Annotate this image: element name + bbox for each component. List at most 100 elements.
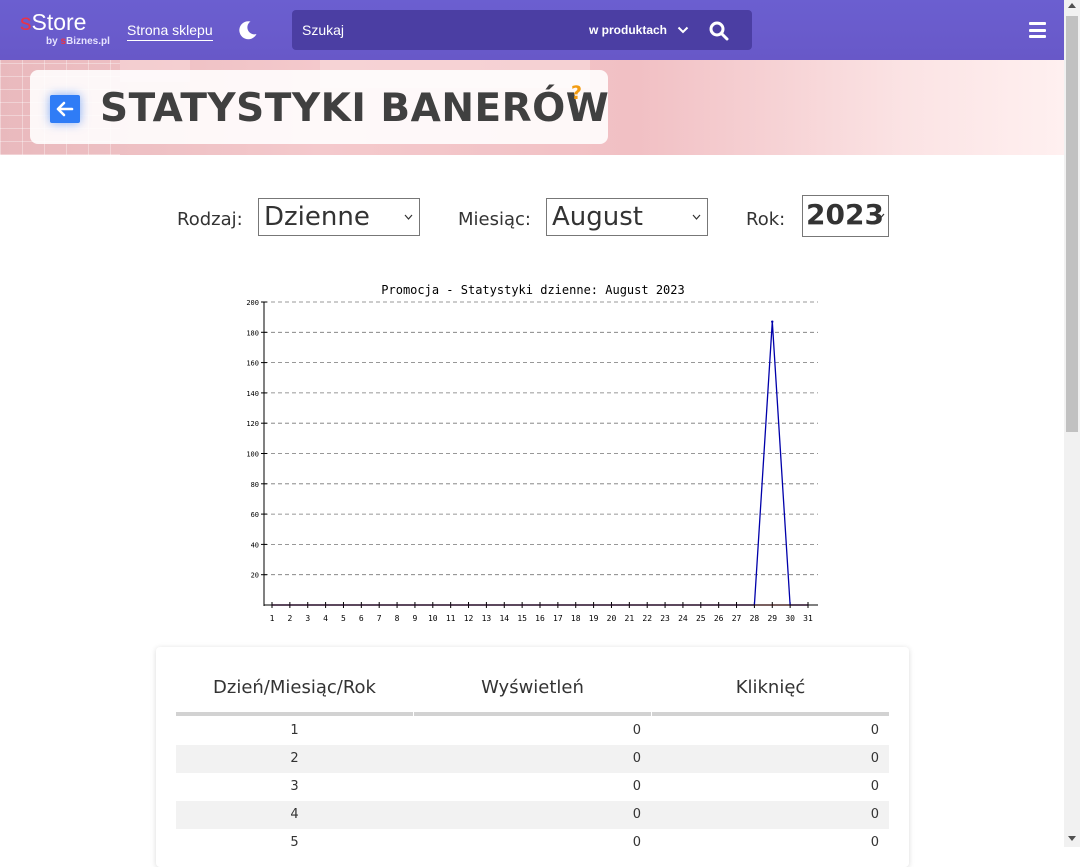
cell-views: 0 — [632, 751, 641, 766]
cell-day: 4 — [290, 807, 299, 822]
y-tick-label: 60 — [251, 511, 259, 519]
x-tick-label: 16 — [535, 614, 545, 623]
search-scope-select[interactable]: w produktach — [589, 23, 667, 37]
x-tick-label: 26 — [714, 614, 724, 623]
search-icon[interactable] — [709, 21, 729, 41]
cell-clicks: 0 — [870, 835, 879, 850]
x-tick-label: 23 — [660, 614, 670, 623]
cell-clicks: 0 — [870, 807, 879, 822]
byline-name: Biznes.pl — [66, 36, 110, 47]
table-row: 5 0 0 — [176, 829, 889, 857]
y-tick-label: 200 — [246, 299, 259, 307]
header-divider — [176, 712, 413, 716]
back-button[interactable] — [50, 95, 80, 123]
x-tick-label: 27 — [732, 614, 742, 623]
chart-title: Promocja - Statystyki dzienne: August 20… — [381, 283, 684, 297]
logo-byline: by sBiznes.pl — [46, 36, 110, 47]
x-tick-label: 18 — [571, 614, 581, 623]
column-header-clicks: Kliknięć — [735, 677, 806, 698]
top-navigation-bar: sStore by sBiznes.pl Strona sklepu w pro… — [0, 0, 1064, 60]
x-tick-label: 20 — [607, 614, 617, 623]
daily-stats-chart: Promocja - Statystyki dzienne: August 20… — [246, 283, 818, 623]
x-tick-label: 22 — [642, 614, 652, 623]
x-tick-label: 8 — [395, 614, 400, 623]
column-header-views: Wyświetleń — [481, 677, 584, 698]
table-row: 4 0 0 — [176, 801, 889, 829]
x-tick-label: 6 — [359, 614, 364, 623]
x-tick-label: 5 — [341, 614, 346, 623]
x-tick-label: 30 — [785, 614, 795, 623]
scroll-up-arrow-icon[interactable] — [1068, 3, 1076, 8]
data-point — [771, 320, 774, 323]
search-bar: w produktach — [292, 10, 752, 50]
cell-clicks: 0 — [870, 751, 879, 766]
logo[interactable]: sStore by sBiznes.pl — [20, 9, 110, 47]
x-tick-label: 28 — [750, 614, 760, 623]
x-tick-label: 15 — [517, 614, 527, 623]
x-tick-label: 3 — [305, 614, 310, 623]
year-select-value: 2023 — [806, 198, 884, 231]
type-select-value: Dzienne — [264, 202, 370, 232]
table-row: 3 0 0 — [176, 773, 889, 801]
cell-day: 3 — [290, 779, 299, 794]
cell-views: 0 — [632, 835, 641, 850]
y-tick-label: 160 — [246, 360, 259, 368]
cell-views: 0 — [632, 723, 641, 738]
chevron-down-icon — [876, 213, 885, 219]
series-line-2 — [272, 321, 808, 606]
scrollbar-thumb[interactable] — [1066, 16, 1078, 432]
cell-day: 5 — [290, 835, 299, 850]
x-tick-label: 21 — [625, 614, 635, 623]
y-tick-label: 180 — [246, 329, 259, 337]
y-tick-label: 20 — [251, 572, 259, 580]
table-row: 2 0 0 — [176, 745, 889, 773]
x-tick-label: 7 — [377, 614, 382, 623]
x-tick-label: 17 — [553, 614, 563, 623]
byline-by: by — [46, 36, 58, 47]
y-tick-label: 140 — [246, 390, 259, 398]
x-tick-label: 4 — [323, 614, 328, 623]
cell-day: 1 — [290, 723, 299, 738]
month-select[interactable]: August — [546, 198, 708, 236]
shop-link[interactable]: Strona sklepu — [127, 22, 213, 41]
column-header-date: Dzień/Miesiąc/Rok — [213, 677, 376, 698]
y-tick-label: 40 — [251, 541, 259, 549]
x-tick-label: 19 — [589, 614, 599, 623]
y-tick-label: 120 — [246, 420, 259, 428]
x-tick-label: 1 — [270, 614, 275, 623]
month-label: Miesiąc: — [458, 209, 531, 230]
logo-name: Store — [31, 9, 87, 35]
menu-icon[interactable] — [1029, 22, 1046, 38]
search-input[interactable] — [292, 10, 572, 50]
year-label: Rok: — [746, 209, 786, 230]
table-row: 1 0 0 — [176, 717, 889, 745]
page-title: STATYSTYKI BANERÓW — [100, 86, 610, 131]
x-tick-label: 29 — [767, 614, 777, 623]
cell-views: 0 — [632, 807, 641, 822]
chevron-down-icon — [404, 214, 413, 220]
x-tick-label: 31 — [803, 614, 813, 623]
header-divider — [652, 712, 889, 716]
x-tick-label: 25 — [696, 614, 706, 623]
x-tick-label: 2 — [287, 614, 292, 623]
type-label: Rodzaj: — [177, 209, 243, 230]
month-select-value: August — [552, 202, 643, 232]
logo-prefix: s — [20, 9, 32, 35]
cell-clicks: 0 — [870, 723, 879, 738]
header-divider — [414, 712, 651, 716]
y-tick-label: 80 — [251, 481, 259, 489]
x-tick-label: 24 — [678, 614, 688, 623]
x-tick-label: 14 — [499, 614, 509, 623]
cell-day: 2 — [290, 751, 299, 766]
chevron-down-icon[interactable] — [677, 24, 689, 36]
y-tick-label: 100 — [246, 451, 259, 459]
x-tick-label: 9 — [413, 614, 418, 623]
arrow-left-icon — [56, 101, 74, 117]
moon-icon[interactable] — [238, 20, 258, 40]
logo-text: sStore — [20, 9, 86, 35]
scroll-down-arrow-icon[interactable] — [1068, 836, 1076, 841]
chevron-down-icon — [692, 214, 701, 220]
year-select[interactable]: 2023 — [802, 195, 889, 237]
help-icon[interactable]: ? — [571, 82, 582, 104]
type-select[interactable]: Dzienne — [258, 198, 420, 236]
